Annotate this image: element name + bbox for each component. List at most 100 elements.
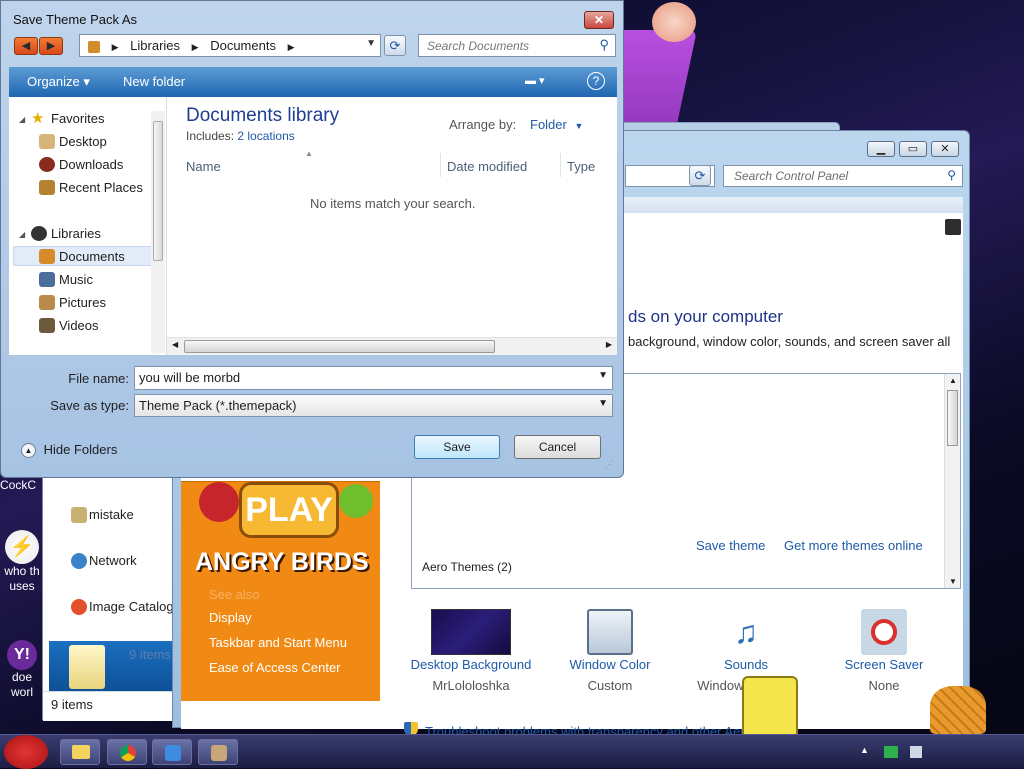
scroll-down-icon[interactable]: ▼ (945, 577, 961, 586)
nav-scroll-thumb[interactable] (153, 121, 163, 261)
selected-item[interactable]: 9 items (49, 641, 177, 693)
refresh-button[interactable]: ⟳ (384, 35, 406, 56)
arrange-by-dropdown[interactable]: Folder ▼ (530, 117, 583, 132)
locations-link[interactable]: 2 locations (237, 129, 294, 143)
start-button[interactable] (4, 735, 48, 769)
cancel-button[interactable]: Cancel (514, 435, 601, 459)
aero-themes-label: Aero Themes (2) (422, 560, 512, 574)
screen-saver-tile[interactable]: Screen Saver None (814, 609, 954, 693)
pictures-icon (39, 295, 55, 310)
music-icon (39, 272, 55, 287)
save-dialog: Save Theme Pack As ✕ ◀ ▶ ▶ Libraries ▶ D… (0, 0, 624, 478)
nav-item-pictures[interactable]: Pictures (39, 295, 106, 310)
nav-item-documents[interactable]: Documents (39, 249, 125, 264)
file-name-label: File name: (68, 371, 129, 386)
nav-item-network[interactable]: Network (71, 553, 137, 569)
search-input[interactable]: Search Documents ⚲ (418, 34, 616, 57)
pineapple-house-icon (930, 686, 986, 734)
collapse-favorites-icon[interactable]: ◢ (19, 115, 25, 124)
scroll-left-icon[interactable]: ◀ (172, 340, 178, 349)
taskbar-start-menu-link[interactable]: Taskbar and Start Menu (209, 635, 347, 650)
back-button[interactable]: ◀ (14, 37, 38, 55)
scroll-thumb[interactable] (947, 390, 958, 446)
views-icon[interactable]: ▬ ▾ (525, 74, 545, 87)
desktop-icon (39, 134, 55, 149)
horizontal-scrollbar[interactable]: ◀ ▶ (167, 337, 617, 355)
help-icon[interactable] (945, 219, 961, 235)
nav-item-music[interactable]: Music (39, 272, 93, 287)
navigation-pane: ◢ ★ Favorites Desktop Downloads Recent P… (9, 97, 167, 355)
see-also-label: See also (209, 587, 260, 602)
desktop-background-tile[interactable]: Desktop Background MrLololoshka (401, 609, 541, 693)
breadcrumb-libraries[interactable]: Libraries (130, 38, 180, 53)
scroll-up-icon[interactable]: ▲ (945, 376, 961, 385)
nav-item-videos[interactable]: Videos (39, 318, 99, 333)
file-thumbnail-icon (69, 645, 105, 689)
file-name-input[interactable]: you will be morbd ▼ (134, 366, 613, 390)
column-date-modified[interactable]: Date modified (447, 159, 527, 174)
forward-button[interactable]: ▶ (39, 37, 63, 55)
help-icon[interactable]: ? (587, 72, 605, 90)
library-icon (88, 40, 100, 53)
organize-button[interactable]: Organize ▾ (27, 74, 90, 90)
save-theme-link[interactable]: Save theme (696, 538, 765, 553)
nav-item-mistake[interactable]: mistake (71, 507, 134, 523)
search-input[interactable]: Search Control Panel ⚲ (723, 165, 963, 187)
nav-item-image-catalog[interactable]: Image Catalog (71, 599, 174, 615)
desktop-icon-who[interactable]: ⚡ who th uses (0, 530, 44, 594)
dialog-title: Save Theme Pack As (13, 12, 138, 27)
lightning-icon: ⚡ (5, 530, 39, 564)
new-folder-button[interactable]: New folder (123, 74, 185, 89)
breadcrumb-documents[interactable]: Documents (210, 38, 276, 53)
horizontal-scroll-thumb[interactable] (184, 340, 495, 353)
nav-item-downloads[interactable]: Downloads (39, 157, 123, 172)
status-bar: 9 items (43, 691, 183, 721)
desktop-icon-yahoo[interactable]: Y! doe worl (0, 640, 44, 700)
taskbar-paint-button[interactable] (198, 739, 238, 765)
display-link[interactable]: Display (209, 610, 252, 625)
column-name[interactable]: Name (186, 159, 221, 174)
address-bar[interactable]: ▶ Libraries ▶ Documents ▶ ▼ (79, 34, 381, 57)
dialog-close-button[interactable]: ✕ (584, 11, 614, 29)
bird-icon (199, 482, 239, 522)
taskbar-explorer-button[interactable] (60, 739, 100, 765)
breadcrumb-chevron-icon: ▶ (287, 42, 295, 52)
taskbar-chrome-button[interactable] (107, 739, 147, 765)
column-divider[interactable] (440, 153, 441, 177)
themes-scrollbar[interactable]: ▲ ▼ (944, 374, 960, 588)
resize-grip-icon[interactable]: ⋰ (605, 459, 614, 470)
taskbar-control-panel-button[interactable] (152, 739, 192, 765)
chevron-down-icon[interactable]: ▼ (598, 370, 608, 381)
column-type[interactable]: Type (567, 159, 595, 174)
save-as-type-select[interactable]: Theme Pack (*.themepack) ▼ (134, 394, 613, 417)
sidebar-panel: PLAY ANGRY BIRDS See also Display Taskba… (181, 481, 380, 701)
no-entry-icon (871, 619, 897, 645)
nav-item-favorites[interactable]: ★ Favorites (31, 111, 104, 126)
close-button[interactable]: ✕ (931, 141, 959, 157)
network-tray-icon[interactable] (884, 746, 898, 758)
chevron-down-icon[interactable]: ▼ (366, 38, 376, 49)
refresh-icon[interactable]: ⟳ (689, 165, 711, 186)
desktop-icon-cockc[interactable]: CockC (0, 478, 42, 492)
collapse-libraries-icon[interactable]: ◢ (19, 230, 25, 239)
screen-saver-icon (861, 609, 907, 655)
computer-icon (71, 507, 87, 523)
nav-item-desktop[interactable]: Desktop (39, 134, 107, 149)
minimize-button[interactable]: ▁ (867, 141, 895, 157)
window-color-tile[interactable]: Window Color Custom (540, 609, 680, 693)
recent-places-icon (39, 180, 55, 195)
tray-expand-icon[interactable]: ▲ (860, 745, 869, 755)
yahoo-icon: Y! (7, 640, 37, 670)
volume-tray-icon[interactable] (910, 746, 922, 758)
column-divider[interactable] (560, 153, 561, 177)
nav-item-recent-places[interactable]: Recent Places (39, 180, 143, 195)
nav-scrollbar[interactable] (151, 111, 165, 353)
hide-folders-button[interactable]: ▲ Hide Folders (21, 442, 117, 459)
save-button[interactable]: Save (414, 435, 500, 459)
get-more-themes-link[interactable]: Get more themes online (784, 538, 923, 553)
nav-item-libraries[interactable]: Libraries (31, 226, 101, 241)
ease-of-access-link[interactable]: Ease of Access Center (209, 660, 341, 675)
maximize-button[interactable]: ▭ (899, 141, 927, 157)
command-bar: Organize ▾ New folder ▬ ▾ ? (9, 67, 617, 97)
scroll-right-icon[interactable]: ▶ (606, 340, 612, 349)
